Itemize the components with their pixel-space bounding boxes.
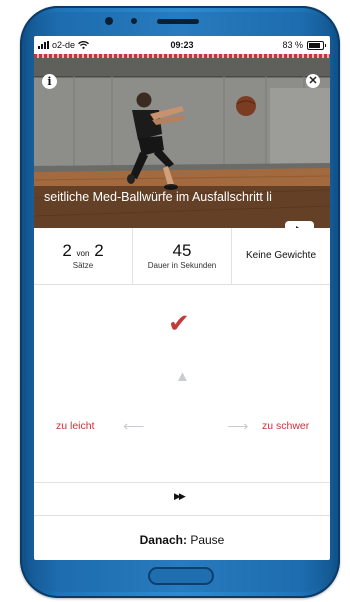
exercise-video[interactable]: seitliche Med-Ballwürfe im Ausfallschrit…	[34, 58, 330, 228]
duration-label: Dauer in Sekunden	[147, 261, 217, 270]
divider	[34, 515, 330, 516]
arrow-right-icon[interactable]: ⟶	[227, 419, 249, 434]
next-up: Danach: Pause	[34, 533, 330, 547]
next-prefix: Danach:	[139, 533, 187, 547]
sets-total: 2	[94, 241, 104, 260]
status-right: 83 %	[282, 40, 326, 50]
checkmark-icon[interactable]: ✔	[168, 310, 190, 336]
arrow-left-icon[interactable]: ⟵	[123, 419, 145, 434]
duration-stat: 45 Dauer in Sekunden	[133, 228, 232, 284]
too-hard-button[interactable]: zu schwer	[262, 420, 309, 432]
battery-percent: 83 %	[282, 40, 303, 50]
divider	[34, 482, 330, 483]
duration-value: 45	[172, 241, 192, 260]
exercise-stats: 2 von 2 Sätze 45 Dauer in Sekunden Keine…	[34, 228, 330, 285]
camera-dot	[105, 17, 113, 25]
info-icon[interactable]: i	[42, 74, 57, 89]
youtube-play-icon[interactable]	[285, 221, 314, 228]
too-easy-button[interactable]: zu leicht	[56, 420, 95, 432]
arrow-up-icon[interactable]: ▲	[175, 369, 190, 384]
home-button[interactable]	[148, 567, 214, 585]
next-value: Pause	[190, 533, 225, 547]
exercise-title: seitliche Med-Ballwürfe im Ausfallschrit…	[44, 190, 272, 204]
sensor-dot	[131, 18, 137, 24]
sets-current: 2	[62, 241, 72, 260]
earpiece-speaker	[157, 19, 199, 24]
sets-label: Sätze	[72, 261, 94, 270]
app-screen: o2-de 09:23 83 % seitliche Med-Ballwürfe…	[34, 36, 330, 560]
status-bar: o2-de 09:23 83 %	[34, 36, 330, 53]
weights-stat: Keine Gewichte	[232, 228, 330, 284]
sets-value: 2 von 2	[34, 241, 132, 261]
close-icon[interactable]: ✕	[306, 74, 320, 88]
weights-label: Keine Gewichte	[245, 250, 317, 261]
fast-forward-icon[interactable]: ▶▶	[174, 491, 186, 502]
battery-icon	[307, 40, 326, 50]
sets-joiner: von	[76, 249, 90, 258]
sets-stat: 2 von 2 Sätze	[34, 228, 133, 284]
